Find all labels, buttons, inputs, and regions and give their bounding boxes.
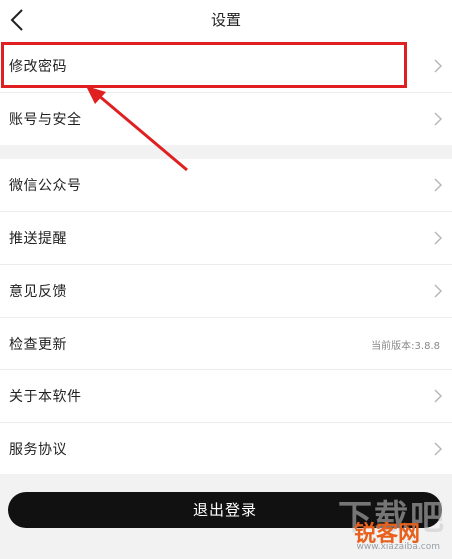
row-label: 账号与安全 <box>9 112 82 128</box>
row-change-password[interactable]: 修改密码 <box>0 40 452 92</box>
row-label: 修改密码 <box>9 59 67 75</box>
row-label: 意见反馈 <box>9 284 67 300</box>
row-about[interactable]: 关于本软件 <box>0 370 452 422</box>
logout-button[interactable]: 退出登录 <box>8 492 442 528</box>
page-title: 设置 <box>210 11 241 29</box>
row-service-agreement[interactable]: 服务协议 <box>0 423 452 475</box>
chevron-right-icon <box>434 178 442 192</box>
row-account-security[interactable]: 账号与安全 <box>0 93 452 145</box>
row-wechat-official[interactable]: 微信公众号 <box>0 159 452 211</box>
row-feedback[interactable]: 意见反馈 <box>0 265 452 317</box>
row-push-notifications[interactable]: 推送提醒 <box>0 212 452 264</box>
row-label: 检查更新 <box>9 337 67 353</box>
section-gap <box>0 145 452 159</box>
row-label: 服务协议 <box>9 442 67 458</box>
chevron-right-icon <box>434 284 442 298</box>
chevron-right-icon <box>434 112 442 126</box>
chevron-right-icon <box>434 442 442 456</box>
settings-page: 设置 修改密码 账号与安全 微信公众号 推送提醒 意见反馈 检查更新 当前版本:… <box>0 0 452 559</box>
header-bar: 设置 <box>0 0 452 40</box>
chevron-right-icon <box>434 389 442 403</box>
row-label: 关于本软件 <box>9 389 82 405</box>
chevron-right-icon <box>434 59 442 73</box>
row-label: 推送提醒 <box>9 231 67 247</box>
row-check-update[interactable]: 检查更新 当前版本:3.8.8 <box>0 318 452 370</box>
chevron-right-icon <box>434 231 442 245</box>
version-text: 当前版本:3.8.8 <box>371 341 440 352</box>
row-label: 微信公众号 <box>9 178 82 194</box>
